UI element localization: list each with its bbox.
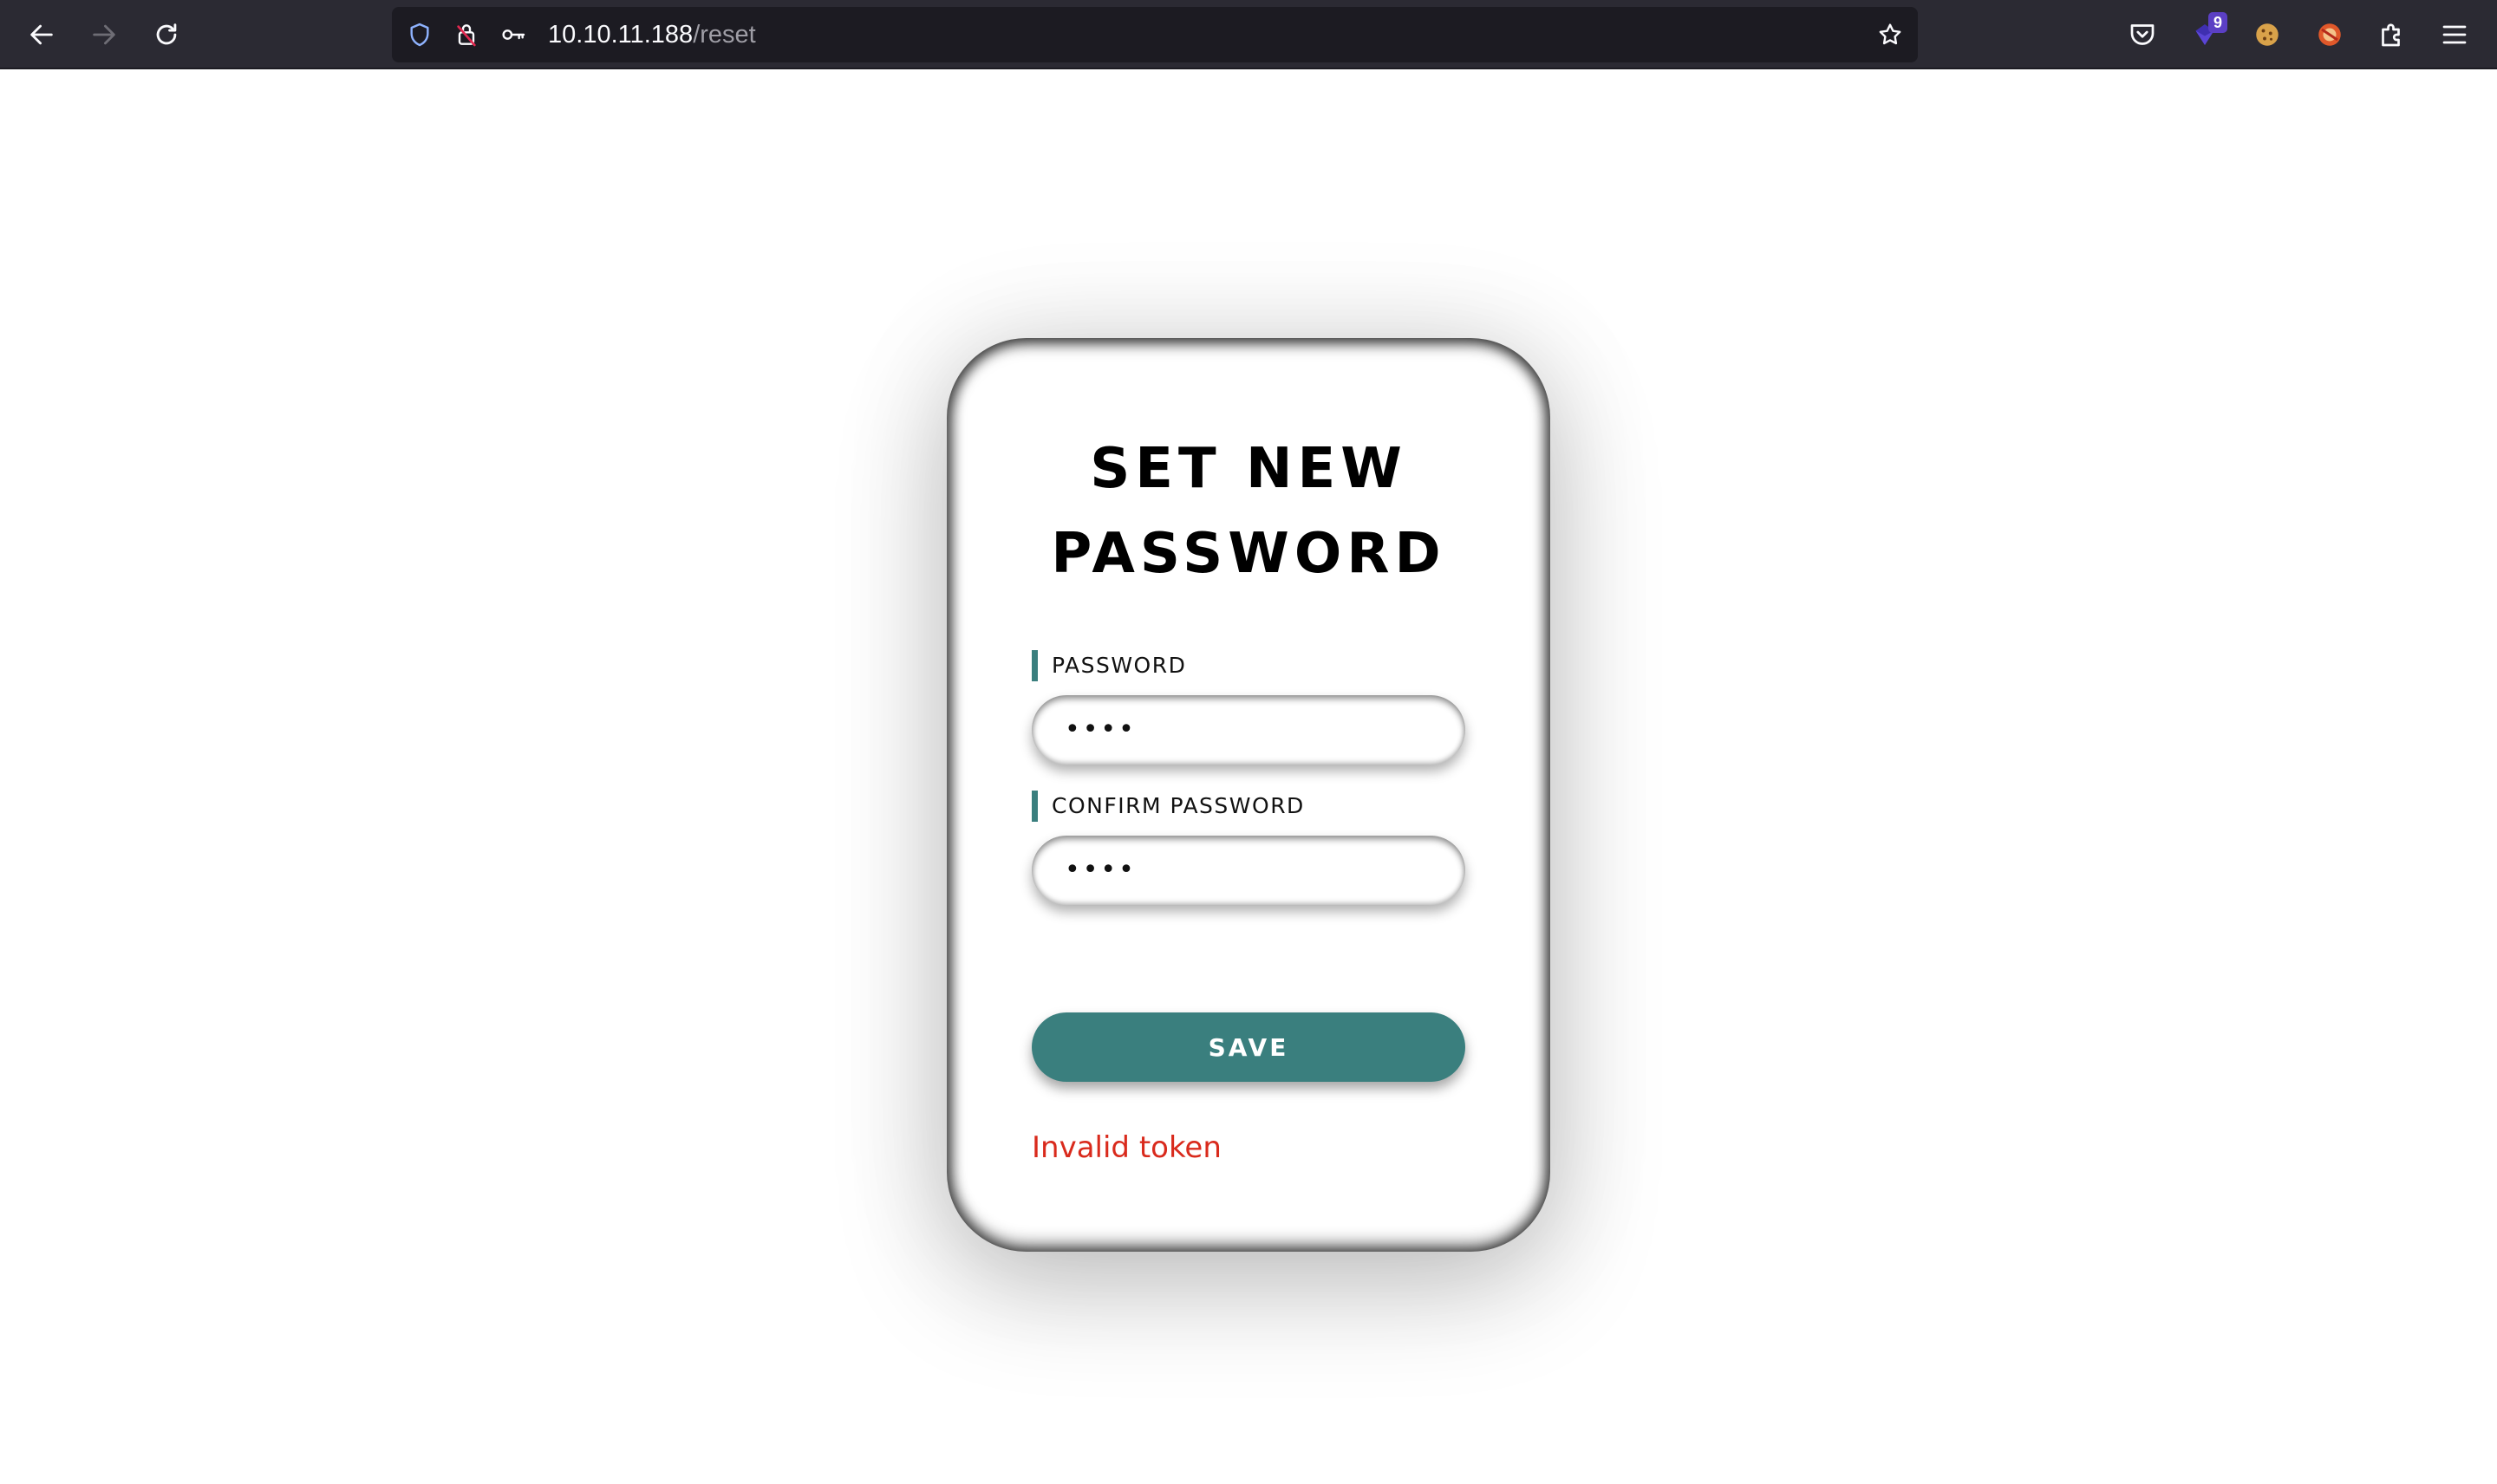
password-value: ••••	[1065, 714, 1137, 745]
url-host: 10.10.11.188	[548, 21, 694, 49]
puzzle-icon[interactable]	[2373, 16, 2411, 54]
addon-icon[interactable]	[2311, 16, 2349, 54]
cookie-icon[interactable]	[2248, 16, 2286, 54]
save-button[interactable]: SAVE	[1032, 1012, 1465, 1082]
extension-badge: 9	[2208, 12, 2227, 33]
page-content: SET NEW PASSWORD PASSWORD •••• CONFIRM P…	[0, 71, 2497, 1484]
lock-insecure-icon[interactable]	[451, 19, 482, 50]
shield-icon[interactable]	[404, 19, 435, 50]
reload-button[interactable]	[146, 14, 187, 55]
extension-icon[interactable]: 9	[2186, 12, 2227, 54]
star-icon[interactable]	[1874, 19, 1906, 50]
title-line-1: SET NEW	[1090, 437, 1407, 501]
arrow-right-icon	[93, 24, 115, 45]
browser-toolbar: 10.10.11.188/reset 9	[0, 0, 2497, 69]
arrow-left-icon	[30, 24, 53, 45]
password-field[interactable]: ••••	[1032, 695, 1465, 765]
url-path: /reset	[693, 21, 756, 49]
title-line-2: PASSWORD	[1051, 522, 1446, 586]
key-icon[interactable]	[498, 19, 529, 50]
reset-password-card: SET NEW PASSWORD PASSWORD •••• CONFIRM P…	[947, 338, 1550, 1252]
confirm-password-field[interactable]: ••••	[1032, 836, 1465, 905]
url-text[interactable]: 10.10.11.188/reset	[548, 7, 756, 62]
forward-button[interactable]	[83, 14, 125, 55]
back-button[interactable]	[21, 14, 62, 55]
confirm-password-value: ••••	[1065, 855, 1137, 885]
address-bar[interactable]: 10.10.11.188/reset	[392, 7, 1918, 62]
error-message: Invalid token	[1032, 1130, 1222, 1165]
confirm-password-label: CONFIRM PASSWORD	[1032, 791, 1305, 822]
password-label: PASSWORD	[1032, 650, 1186, 681]
page-title: SET NEW PASSWORD	[947, 426, 1550, 596]
hamburger-menu-icon[interactable]	[2435, 16, 2474, 54]
pocket-icon[interactable]	[2123, 16, 2161, 54]
reload-icon	[156, 23, 177, 45]
